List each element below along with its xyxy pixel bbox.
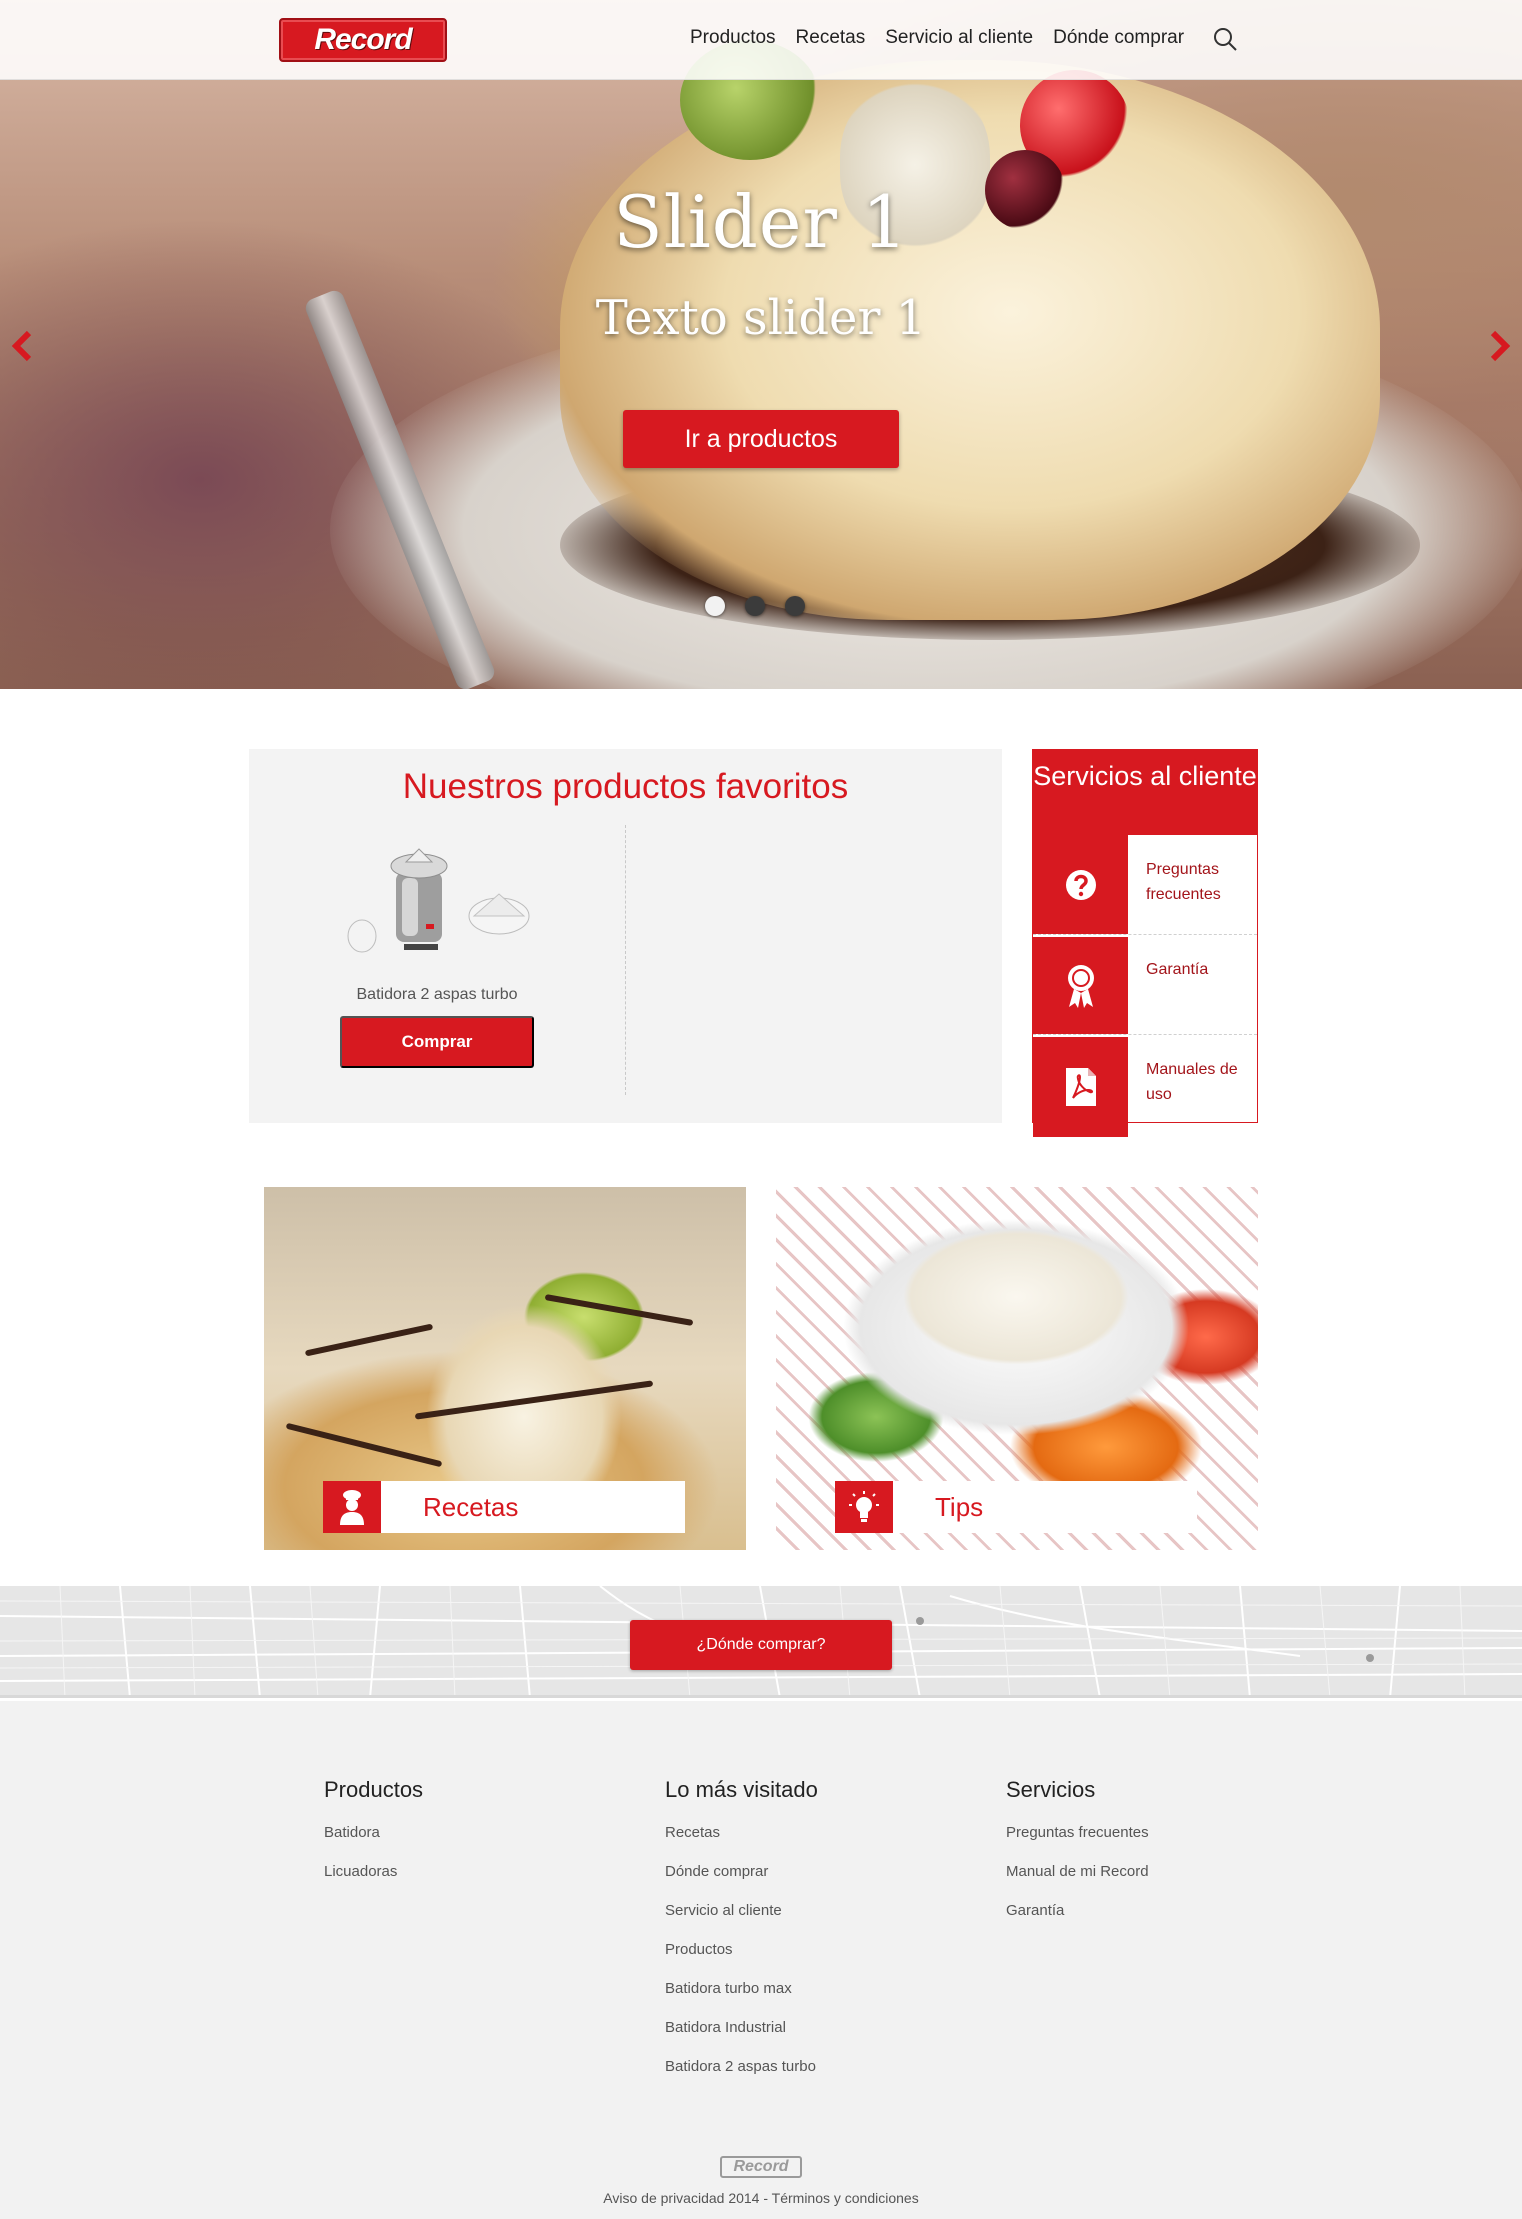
footer-logo-text: Record: [733, 2158, 789, 2175]
footer-col-most-visited: Lo más visitado Recetas Dónde comprar Se…: [665, 1777, 818, 2086]
chef-icon: [340, 1490, 364, 1525]
footer-link[interactable]: Productos: [665, 1930, 818, 1969]
services-panel: Servicios al cliente Preguntas frecuente…: [1032, 749, 1258, 1137]
chocolate-drizzle: [414, 1380, 654, 1420]
footer-col-services: Servicios Preguntas frecuentes Manual de…: [1006, 1777, 1149, 1930]
slider-dot-1[interactable]: [705, 596, 725, 616]
tips-label[interactable]: Tips: [835, 1481, 1197, 1533]
footer-logo[interactable]: Record: [720, 2156, 802, 2178]
footer-col-title: Lo más visitado: [665, 1777, 818, 1802]
footer-link[interactable]: Batidora turbo max: [665, 1969, 818, 2008]
footer-link[interactable]: Recetas: [665, 1813, 818, 1852]
recipes-label[interactable]: Recetas: [323, 1481, 685, 1533]
search-icon[interactable]: [1212, 26, 1238, 52]
chocolate-drizzle: [544, 1294, 694, 1326]
footer-link[interactable]: Dónde comprar: [665, 1852, 818, 1891]
main-nav: Productos Recetas Servicio al cliente Dó…: [690, 27, 1204, 49]
slider-next-arrow-icon[interactable]: [1488, 330, 1512, 362]
footer-col-products: Productos Batidora Licuadoras: [324, 1777, 423, 1891]
service-item-warranty[interactable]: Garantía: [1033, 935, 1257, 1035]
footer-copyright[interactable]: Aviso de privacidad 2014 - Términos y co…: [0, 2190, 1522, 2206]
footer-link[interactable]: Batidora 2 aspas turbo: [665, 2047, 818, 2086]
pdf-icon: [1065, 1068, 1096, 1106]
footer-link[interactable]: Preguntas frecuentes: [1006, 1813, 1149, 1852]
service-label-manuals: Manuales de uso: [1146, 1061, 1238, 1103]
service-label-warranty: Garantía: [1146, 961, 1209, 978]
footer-link[interactable]: Batidora: [324, 1813, 423, 1852]
product-name[interactable]: Batidora 2 aspas turbo: [249, 986, 625, 1004]
chocolate-drizzle: [304, 1323, 434, 1357]
slider-dot-3[interactable]: [785, 596, 805, 616]
logo-text: Record: [314, 23, 412, 56]
go-to-products-button[interactable]: Ir a productos: [623, 410, 899, 468]
favorites-divider: [625, 825, 626, 1095]
nav-item-recetas[interactable]: Recetas: [796, 27, 866, 49]
top-header: Record Productos Recetas Servicio al cli…: [0, 0, 1522, 80]
service-label-faq: Preguntas frecuentes: [1146, 861, 1221, 903]
footer-link[interactable]: Servicio al cliente: [665, 1891, 818, 1930]
hero-slider: Slider 1 Texto slider 1 Ir a productos: [0, 0, 1522, 689]
award-ribbon-icon: [1067, 964, 1094, 1008]
where-to-buy-button[interactable]: ¿Dónde comprar?: [630, 1620, 892, 1670]
recipes-label-text: Recetas: [423, 1491, 519, 1522]
store-map[interactable]: ¿Dónde comprar?: [0, 1586, 1522, 1698]
slider-dots: [705, 596, 805, 616]
footer: Productos Batidora Licuadoras Lo más vis…: [0, 1701, 1522, 2219]
nav-item-servicio[interactable]: Servicio al cliente: [885, 27, 1033, 49]
buy-button[interactable]: Comprar: [340, 1016, 534, 1068]
footer-link[interactable]: Manual de mi Record: [1006, 1852, 1149, 1891]
service-item-manuals[interactable]: Manuales de uso: [1033, 1035, 1257, 1137]
nav-item-donde-comprar[interactable]: Dónde comprar: [1053, 27, 1184, 49]
footer-link[interactable]: Licuadoras: [324, 1852, 423, 1891]
recipes-card[interactable]: Recetas: [264, 1187, 746, 1550]
favorites-panel: Nuestros productos favoritos Batidora 2 …: [249, 749, 1002, 1123]
product-image[interactable]: [344, 844, 534, 954]
record-logo[interactable]: Record: [279, 18, 447, 62]
footer-link[interactable]: Garantía: [1006, 1891, 1149, 1930]
services-title: Servicios al cliente: [1033, 750, 1257, 835]
footer-col-title: Productos: [324, 1777, 424, 1802]
service-item-faq[interactable]: Preguntas frecuentes: [1033, 835, 1257, 935]
chocolate-drizzle: [285, 1422, 443, 1468]
lightbulb-icon: [849, 1491, 879, 1522]
slider-subtitle: Texto slider 1: [595, 290, 927, 346]
slider-prev-arrow-icon[interactable]: [10, 330, 34, 362]
slider-title: Slider 1: [613, 180, 909, 264]
slider-dot-2[interactable]: [745, 596, 765, 616]
question-icon: [1065, 869, 1096, 900]
footer-col-title: Servicios: [1006, 1777, 1096, 1802]
footer-link[interactable]: Batidora Industrial: [665, 2008, 818, 2047]
tips-label-text: Tips: [935, 1491, 984, 1522]
nav-item-productos[interactable]: Productos: [690, 27, 776, 49]
tips-card[interactable]: Tips: [776, 1187, 1258, 1550]
favorites-title: Nuestros productos favoritos: [402, 767, 849, 806]
